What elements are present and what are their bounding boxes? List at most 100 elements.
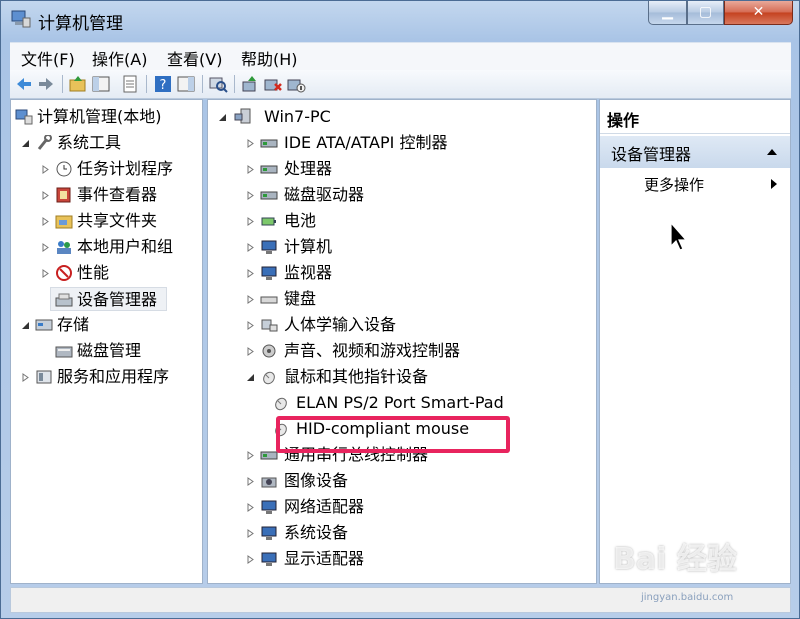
menu-file[interactable]: 文件(F)	[21, 46, 75, 70]
device-label: 图像设备	[284, 471, 349, 490]
monitor-icon	[261, 266, 277, 280]
device-tree-pane[interactable]: Win7-PC IDE ATA/ATAPI 控制器 处理器 磁盘驱动器 电池 计算机 监视…	[207, 99, 597, 584]
collapsed-arrow-icon[interactable]	[41, 269, 50, 278]
collapsed-arrow-icon[interactable]	[41, 165, 50, 174]
device-label: 监视器	[284, 263, 333, 282]
collapsed-arrow-icon[interactable]	[41, 217, 50, 226]
sound-icon	[262, 344, 276, 358]
device-label: ELAN PS/2 Port Smart-Pad	[296, 393, 504, 412]
watermark-site: jingyan.baidu.com	[641, 592, 734, 603]
more-actions-item[interactable]: 更多操作	[644, 174, 704, 195]
collapsed-arrow-icon[interactable]	[246, 321, 255, 330]
collapsed-arrow-icon[interactable]	[246, 139, 255, 148]
mouse-icon	[275, 397, 287, 411]
expanded-arrow-icon[interactable]	[21, 139, 30, 148]
close-icon: ✕	[752, 4, 765, 20]
collapsed-arrow-icon[interactable]	[41, 243, 50, 252]
menu-view[interactable]: 查看(V)	[167, 46, 222, 70]
device-label: 电池	[284, 211, 317, 230]
forward-arrow-icon[interactable]	[36, 74, 56, 94]
shared-folder-icon	[55, 215, 73, 229]
collapsed-arrow-icon[interactable]	[246, 217, 255, 226]
help-icon[interactable]: ?	[153, 74, 173, 94]
close-button[interactable]: ✕	[724, 1, 793, 25]
clock-icon	[56, 161, 72, 177]
display-adapter-icon	[261, 552, 277, 566]
actions-pane: 操作 设备管理器 更多操作	[599, 99, 791, 584]
properties-icon[interactable]	[120, 74, 140, 94]
hid-icon	[261, 319, 278, 332]
device-label: 鼠标和其他指针设备	[284, 367, 429, 386]
collapsed-arrow-icon[interactable]	[246, 555, 255, 564]
collapse-up-arrow-icon[interactable]	[766, 148, 778, 156]
tree-item-label: 共享文件夹	[77, 211, 158, 230]
minimize-button[interactable]: ▁	[648, 1, 687, 25]
window-title: 计算机管理	[38, 14, 123, 34]
disable-device-icon[interactable]	[286, 74, 306, 94]
baidu-watermark: Bai 经验	[613, 542, 737, 577]
actions-section-label: 设备管理器	[611, 145, 692, 164]
tree-item-label: 存储	[57, 315, 90, 334]
tree-item-label: 事件查看器	[77, 185, 158, 204]
expanded-arrow-icon[interactable]	[246, 373, 255, 382]
highlight-box	[276, 416, 510, 453]
submenu-arrow-icon[interactable]	[770, 178, 778, 190]
collapsed-arrow-icon[interactable]	[21, 373, 30, 382]
tools-icon	[37, 135, 52, 150]
device-label: 网络适配器	[284, 497, 365, 516]
collapsed-arrow-icon[interactable]	[246, 295, 255, 304]
computer-icon	[261, 240, 277, 254]
toolbar: ?	[10, 70, 791, 99]
tree-item-label: 任务计划程序	[77, 159, 174, 178]
collapsed-arrow-icon[interactable]	[41, 191, 50, 200]
system-device-icon	[261, 526, 277, 540]
mouse-cursor-icon	[670, 222, 688, 251]
device-label: 显示适配器	[284, 549, 365, 568]
actions-section-device-manager[interactable]: 设备管理器	[600, 136, 790, 168]
collapsed-arrow-icon[interactable]	[246, 477, 255, 486]
collapsed-arrow-icon[interactable]	[246, 191, 255, 200]
scan-hardware-icon[interactable]	[208, 74, 228, 94]
title-bar[interactable]: 计算机管理 ▁ ▢ ✕	[1, 1, 799, 39]
device-label: 人体学输入设备	[284, 315, 397, 334]
menu-bar: 文件(F) 操作(A) 查看(V) 帮助(H)	[10, 42, 791, 70]
show-hide-tree-icon[interactable]	[91, 74, 111, 94]
services-icon	[36, 370, 52, 384]
uninstall-device-icon[interactable]	[263, 74, 283, 94]
expanded-arrow-icon[interactable]	[218, 113, 227, 122]
tree-item-label: 设备管理器	[77, 290, 158, 309]
up-folder-icon[interactable]	[68, 74, 88, 94]
menu-action[interactable]: 操作(A)	[92, 46, 147, 70]
tree-item-label: 磁盘管理	[77, 341, 142, 360]
computer-icon	[234, 108, 251, 124]
update-driver-icon[interactable]	[240, 74, 260, 94]
toolbar-separator	[146, 75, 147, 93]
performance-icon	[56, 265, 72, 281]
toolbar-separator	[202, 75, 203, 93]
collapsed-arrow-icon[interactable]	[246, 243, 255, 252]
imaging-icon	[261, 477, 277, 488]
app-icon	[11, 10, 31, 28]
menu-help[interactable]: 帮助(H)	[241, 46, 298, 70]
processor-icon	[260, 165, 278, 174]
disk-icon	[55, 346, 73, 358]
back-arrow-icon[interactable]	[14, 74, 34, 94]
maximize-button[interactable]: ▢	[687, 1, 724, 25]
collapsed-arrow-icon[interactable]	[246, 503, 255, 512]
collapsed-arrow-icon[interactable]	[246, 451, 255, 460]
device-label: IDE ATA/ATAPI 控制器	[284, 133, 448, 152]
tree-item-label: 本地用户和组	[77, 237, 174, 256]
show-hide-action-pane-icon[interactable]	[176, 74, 196, 94]
event-viewer-icon	[56, 187, 71, 203]
collapsed-arrow-icon[interactable]	[246, 347, 255, 356]
console-tree-pane[interactable]: 计算机管理(本地) 系统工具 任务计划程序 事件查看器 共享文件夹 本地用户和组…	[10, 99, 203, 584]
tree-item-device-manager[interactable]: 设备管理器	[50, 287, 167, 311]
collapsed-arrow-icon[interactable]	[246, 165, 255, 174]
device-label: 磁盘驱动器	[284, 185, 365, 204]
expanded-arrow-icon[interactable]	[21, 321, 30, 330]
tree-item-label: 计算机管理(本地)	[37, 107, 162, 126]
device-label: 键盘	[284, 289, 317, 308]
collapsed-arrow-icon[interactable]	[246, 269, 255, 278]
device-manager-icon	[55, 293, 73, 307]
collapsed-arrow-icon[interactable]	[246, 529, 255, 538]
